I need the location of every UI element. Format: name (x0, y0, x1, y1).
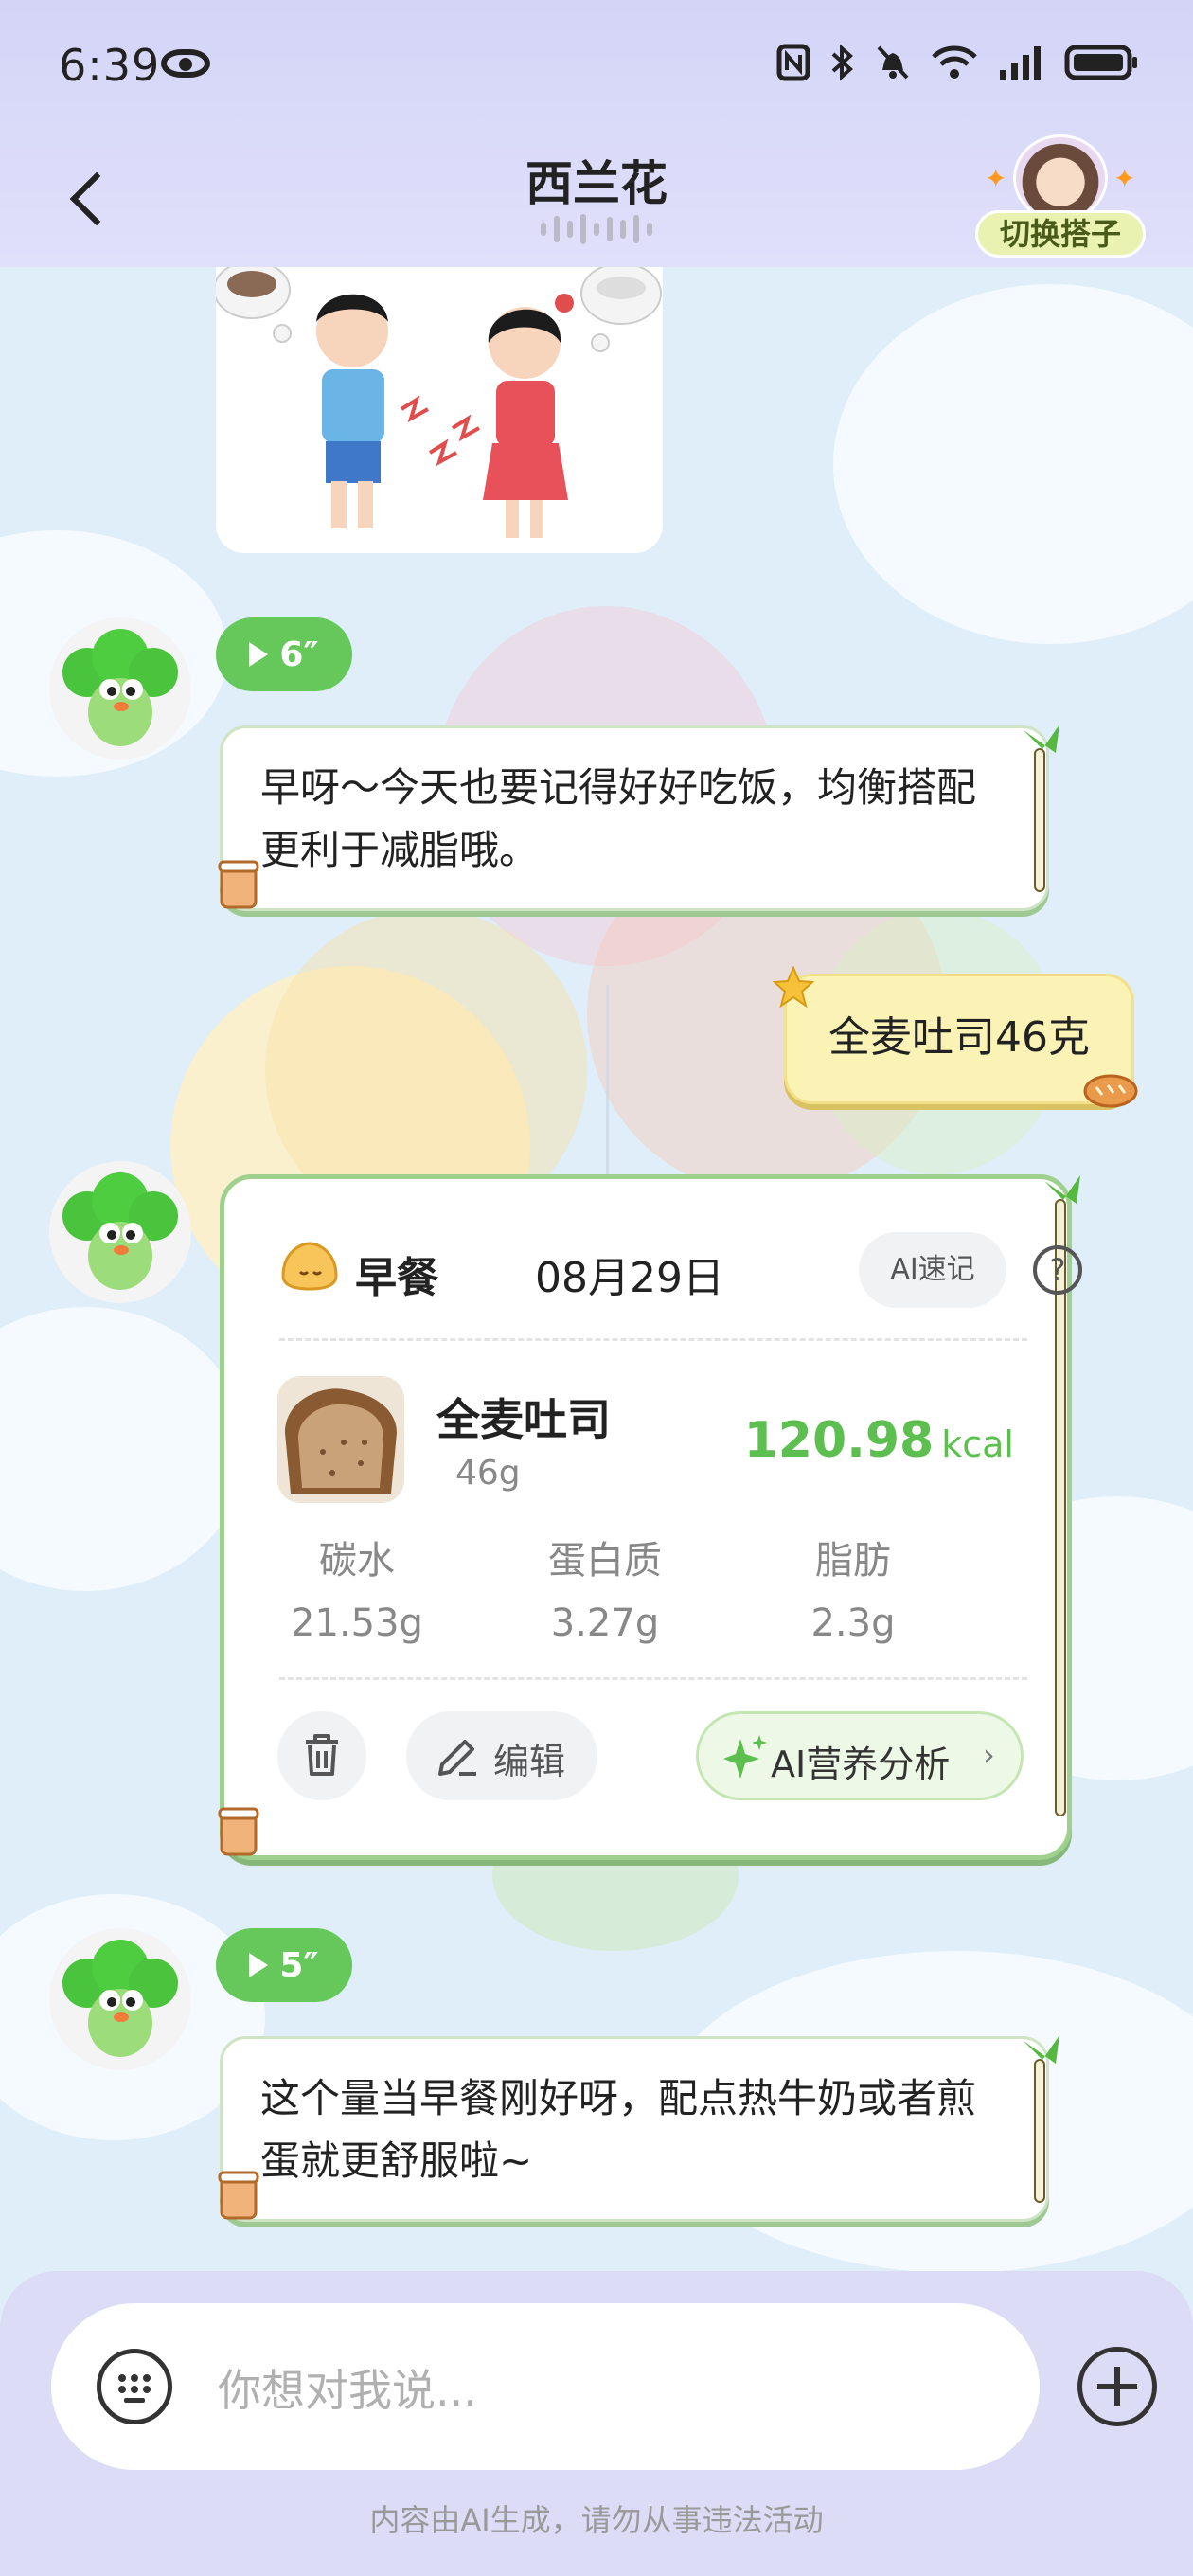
chevron-right-icon: › (983, 1737, 995, 1773)
keyboard-icon[interactable] (97, 2349, 172, 2424)
stomach-ache-illustration (216, 267, 663, 553)
chat-header: 西兰花 ✦ ✦ 切换搭子 (0, 133, 1193, 267)
nutrient-value: 3.27g (550, 1601, 660, 1645)
edit-button[interactable]: 编辑 (406, 1711, 597, 1800)
ai-message-bubble: 早呀～今天也要记得好好吃饭，均衡搭配更利于减脂哦。 (220, 724, 1059, 911)
broccoli-avatar-icon (49, 617, 191, 760)
message-input[interactable]: 你想对我说... (51, 2303, 1040, 2470)
status-bar: 6:39 (0, 0, 1193, 133)
mute-icon (877, 45, 909, 80)
status-icons (776, 44, 1140, 81)
pencil-icon (438, 1740, 476, 1776)
food-calories: 120.98 kcal (744, 1412, 1014, 1469)
play-icon (249, 1953, 269, 1977)
food-name: 全麦吐司 (436, 1394, 611, 1445)
ai-avatar[interactable] (49, 1928, 191, 2070)
input-placeholder: 你想对我说... (218, 2365, 477, 2416)
leek-decoration-icon (1024, 2035, 1059, 2203)
food-kcal-unit: kcal (941, 1423, 1014, 1465)
nutrient-protein: 蛋白质 3.27g (510, 1530, 700, 1645)
meal-date: 08月29日 (535, 1254, 724, 1302)
switch-partner-label: 切换搭子 (975, 210, 1146, 258)
nutrient-value: 21.53g (291, 1601, 423, 1645)
nutrient-value: 2.3g (810, 1601, 896, 1645)
edit-label: 编辑 (493, 1741, 566, 1782)
eye-icon (161, 49, 210, 78)
bread-loaf-icon (277, 1376, 404, 1503)
broccoli-avatar-icon (49, 1928, 191, 2070)
chat-image-message[interactable] (216, 267, 663, 553)
cup-icon (218, 2171, 259, 2220)
nutrient-label: 蛋白质 (548, 1539, 662, 1583)
voice-play-button[interactable]: 5″ (216, 1928, 352, 2002)
voice-duration: 5″ (279, 1945, 319, 1985)
ai-message-text: 这个量当早餐刚好呀，配点热牛奶或者煎蛋就更舒服啦~ (260, 2075, 977, 2184)
leek-decoration-icon (1024, 724, 1059, 892)
food-image (277, 1376, 404, 1503)
switch-partner-button[interactable]: ✦ ✦ 切换搭子 (975, 134, 1146, 258)
top-bar: 6:39 西兰花 ✦ ✦ 切换搭子 (0, 0, 1193, 267)
meal-label: 早餐 (355, 1254, 438, 1302)
ai-avatar[interactable] (49, 1161, 191, 1303)
bluetooth-icon (831, 44, 854, 81)
voice-wave-icon (530, 212, 663, 246)
sparkle-icon (723, 1735, 767, 1779)
trash-icon (306, 1734, 338, 1776)
ai-disclaimer: 内容由AI生成，请勿从事违法活动 (369, 2502, 824, 2538)
ai-quick-record-button[interactable]: AI速记 (859, 1232, 1006, 1308)
divider (279, 1338, 1027, 1341)
add-attachment-button[interactable] (1077, 2347, 1157, 2426)
star-icon (773, 966, 814, 1008)
nutrient-label: 碳水 (319, 1539, 395, 1583)
battery-icon (1064, 45, 1137, 80)
ai-message-text: 早呀～今天也要记得好好吃饭，均衡搭配更利于减脂哦。 (260, 764, 977, 873)
voice-duration: 6″ (279, 635, 319, 674)
nfc-icon (776, 44, 810, 81)
sparkle-icon: ✦ (985, 163, 1007, 194)
cup-icon (218, 1807, 259, 1856)
delete-button[interactable] (277, 1711, 366, 1800)
food-record-card: 早餐 08月29日 AI速记 ? 全麦吐司 46g 120.98 kcal 碳水 … (220, 1174, 1082, 1860)
divider (279, 1677, 1027, 1680)
user-message-bubble: 全麦吐司46克 (784, 974, 1134, 1104)
cup-icon (218, 860, 259, 909)
nutrient-carbs: 碳水 21.53g (262, 1530, 452, 1645)
user-message-text: 全麦吐司46克 (828, 1013, 1090, 1062)
status-time: 6:39 (59, 40, 161, 91)
food-weight: 46g (455, 1454, 521, 1493)
sparkle-icon: ✦ (1113, 163, 1136, 194)
broccoli-avatar-icon (49, 1161, 191, 1303)
card-header: 早餐 08月29日 AI速记 ? (279, 1232, 1082, 1308)
food-kcal-value: 120.98 (743, 1412, 935, 1469)
voice-play-button[interactable]: 6″ (216, 617, 352, 691)
ai-nutrition-analysis-button[interactable]: AI营养分析 › (696, 1711, 1024, 1800)
help-icon[interactable]: ? (1033, 1245, 1082, 1295)
play-icon (249, 642, 269, 667)
wifi-icon (932, 45, 977, 79)
partner-avatar (1013, 134, 1108, 222)
bun-icon (281, 1242, 338, 1291)
nutrient-fat: 脂肪 2.3g (758, 1530, 948, 1645)
ai-avatar[interactable] (49, 617, 191, 760)
input-area: 你想对我说... 内容由AI生成，请勿从事违法活动 (0, 2271, 1193, 2576)
bread-icon (1083, 1074, 1138, 1108)
nutrient-label: 脂肪 (815, 1539, 891, 1583)
signal-icon (1000, 46, 1041, 80)
ai-message-bubble: 这个量当早餐刚好呀，配点热牛奶或者煎蛋就更舒服啦~ (220, 2035, 1059, 2222)
ai-analysis-label: AI营养分析 (771, 1744, 951, 1785)
